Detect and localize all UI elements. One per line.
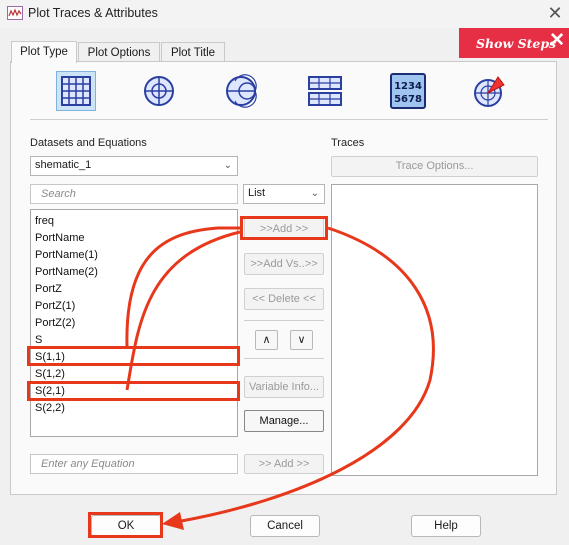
arrow-s21-to-add [125, 230, 241, 391]
arrow-add-to-ok [175, 226, 435, 524]
arrow-s11-to-add [125, 226, 240, 347]
tab-label: Plot Type [20, 46, 68, 58]
arrowhead-icon [162, 512, 184, 530]
tab-plot-type[interactable]: Plot Type [11, 41, 77, 63]
annotation-arrows [125, 226, 435, 530]
